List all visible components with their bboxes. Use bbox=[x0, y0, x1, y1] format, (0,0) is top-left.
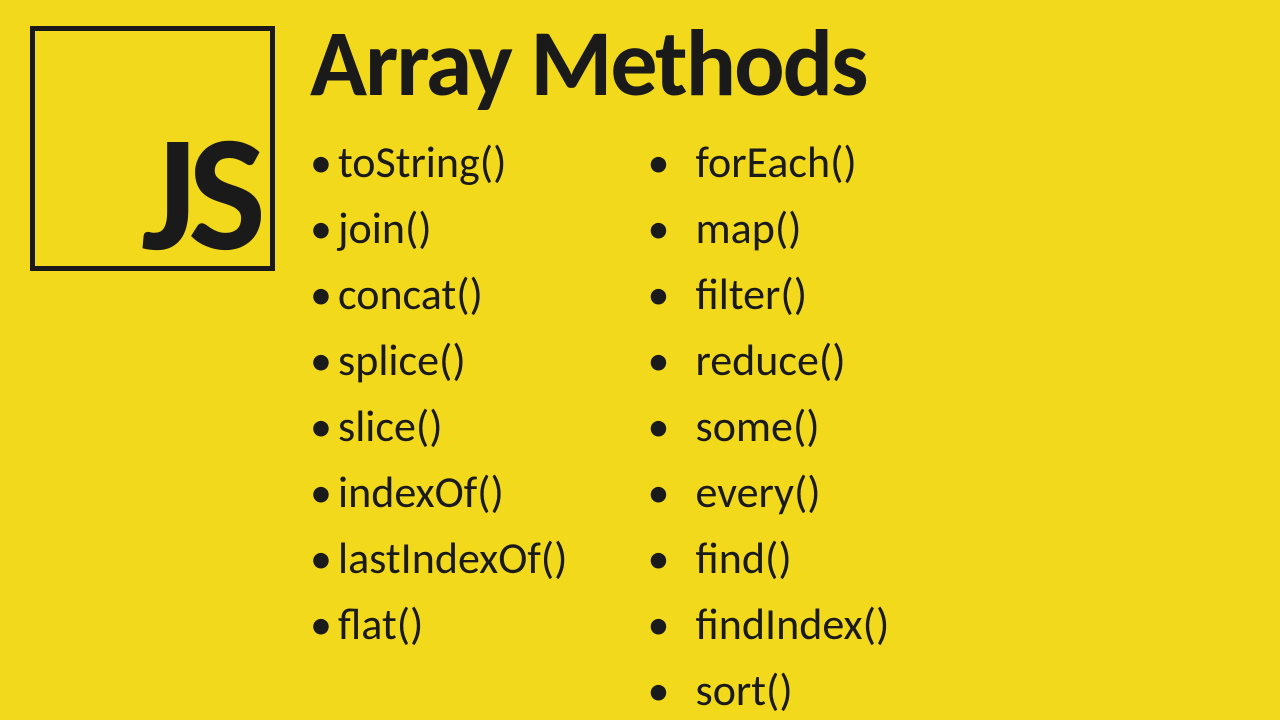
list-item: flat() bbox=[310, 591, 567, 657]
list-item: some() bbox=[647, 393, 889, 459]
left-column: toString() join() concat() splice() slic… bbox=[310, 129, 567, 720]
list-item: sort() bbox=[647, 657, 889, 720]
list-item: filter() bbox=[647, 261, 889, 327]
js-logo-text: JS bbox=[141, 124, 258, 264]
right-column: forEach() map() filter() reduce() some()… bbox=[647, 129, 889, 720]
list-item: lastIndexOf() bbox=[310, 525, 567, 591]
list-item: reduce() bbox=[647, 327, 889, 393]
list-item: toString() bbox=[310, 129, 567, 195]
list-item: indexOf() bbox=[310, 459, 567, 525]
list-item: find() bbox=[647, 525, 889, 591]
list-item: findIndex() bbox=[647, 591, 889, 657]
columns-wrapper: toString() join() concat() splice() slic… bbox=[310, 129, 1260, 720]
list-item: concat() bbox=[310, 261, 567, 327]
page-title: Array Methods bbox=[310, 6, 1260, 121]
list-item: map() bbox=[647, 195, 889, 261]
list-item: every() bbox=[647, 459, 889, 525]
js-logo-box: JS bbox=[30, 26, 275, 271]
list-item: forEach() bbox=[647, 129, 889, 195]
list-item: splice() bbox=[310, 327, 567, 393]
list-item: slice() bbox=[310, 393, 567, 459]
content-area: Array Methods toString() join() concat()… bbox=[310, 6, 1260, 720]
list-item: join() bbox=[310, 195, 567, 261]
